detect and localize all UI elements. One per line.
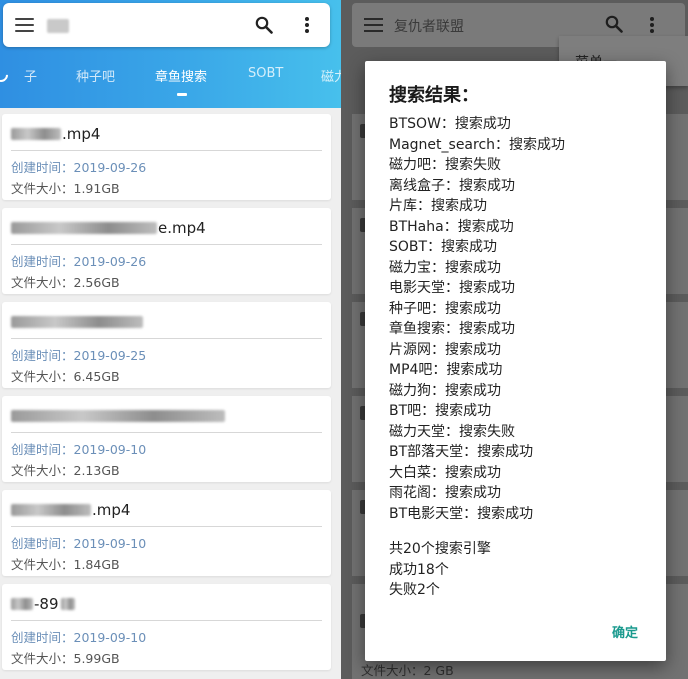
engine-status: 种子吧：搜索成功 xyxy=(389,300,501,317)
list-item[interactable]: .mp4 创建时间：2019-09-26 文件大小：1.91GB xyxy=(2,114,331,200)
engine-status: BT吧：搜索成功 xyxy=(389,403,492,419)
engine-status: BT部落天堂：搜索成功 xyxy=(389,444,534,460)
tab-engine[interactable]: 子 xyxy=(24,66,37,85)
created-date: 创建时间：2019-09-26 xyxy=(11,254,147,269)
result-title xyxy=(11,312,144,332)
file-size: 文件大小：2 GB xyxy=(361,663,454,678)
blurred-filename xyxy=(11,410,225,422)
file-extension: .mp4 xyxy=(92,501,131,519)
search-results-screen: 子 种子吧 章鱼搜索 SOBT 磁力 .mp4 创建时间：2019-09-26 … xyxy=(0,0,341,679)
hamburger-icon[interactable] xyxy=(15,18,34,32)
blurred-filename xyxy=(11,504,91,516)
search-icon[interactable] xyxy=(253,14,275,36)
divider xyxy=(11,150,322,151)
list-item[interactable]: -89 创建时间：2019-09-10 文件大小：5.99GB xyxy=(2,584,331,670)
summary-failed: 失败2个 xyxy=(389,582,440,598)
engine-status: BTHaha：搜索成功 xyxy=(389,218,514,235)
blurred-filename xyxy=(11,598,33,610)
result-title xyxy=(11,406,226,426)
app-title: 复仇者联盟 xyxy=(394,19,464,35)
blurred-filename xyxy=(11,222,157,234)
file-size: 文件大小：2.56GB xyxy=(11,275,120,290)
result-title: .mp4 xyxy=(11,124,100,144)
file-size: 文件大小：6.45GB xyxy=(11,369,120,384)
more-vert-icon xyxy=(649,16,655,38)
file-size: 文件大小：5.99GB xyxy=(11,651,120,666)
list-item[interactable]: .mp4 创建时间：2019-09-10 文件大小：1.84GB xyxy=(2,490,331,576)
engine-status-list: BTSOW：搜索成功 Magnet_search：搜索成功 磁力吧：搜索失败 离… xyxy=(389,114,565,524)
engine-status: 电影天堂：搜索成功 xyxy=(389,280,515,296)
result-title: e.mp4 xyxy=(11,218,206,238)
result-title: .mp4 xyxy=(11,500,130,520)
screenshot-root: 子 种子吧 章鱼搜索 SOBT 磁力 .mp4 创建时间：2019-09-26 … xyxy=(0,0,688,679)
engine-status: 磁力宝：搜索成功 xyxy=(389,259,501,276)
engine-status: BTSOW：搜索成功 xyxy=(389,116,511,132)
list-item[interactable]: 创建时间：2019-09-25 文件大小：6.45GB xyxy=(2,302,331,388)
tab-engine[interactable]: 磁力 xyxy=(321,66,341,85)
blurred-filename xyxy=(11,128,61,140)
blurred-filename xyxy=(11,316,143,328)
search-summary: 共20个搜索引擎 成功18个 失败2个 xyxy=(389,539,491,601)
file-size: 文件大小：2.13GB xyxy=(11,463,120,478)
engine-status: 磁力天堂：搜索失败 xyxy=(389,423,515,440)
search-bar[interactable] xyxy=(3,3,330,47)
tab-engine-active[interactable]: 章鱼搜索 xyxy=(155,66,207,85)
created-date: 创建时间：2019-09-10 xyxy=(11,442,147,457)
result-title: -89 xyxy=(11,594,75,614)
file-extension: .mp4 xyxy=(62,125,101,143)
list-item[interactable]: 创建时间：2019-09-10 文件大小：2.13GB xyxy=(2,396,331,482)
engine-status: 磁力狗：搜索成功 xyxy=(389,382,501,399)
engine-status: 磁力吧：搜索失败 xyxy=(389,157,501,173)
summary-success: 成功18个 xyxy=(389,561,449,578)
engine-status: BT电影天堂：搜索成功 xyxy=(389,505,534,522)
created-date: 创建时间：2019-09-10 xyxy=(11,536,147,551)
engine-tabs: 子 种子吧 章鱼搜索 SOBT 磁力 xyxy=(0,60,341,90)
ok-button[interactable]: 确定 xyxy=(612,622,638,641)
divider xyxy=(11,244,322,245)
engine-status: 章鱼搜索：搜索成功 xyxy=(389,321,515,337)
divider xyxy=(11,620,322,621)
more-vert-icon[interactable] xyxy=(296,14,318,36)
engine-status: MP4吧：搜索成功 xyxy=(389,362,503,378)
divider xyxy=(11,432,322,433)
hamburger-icon xyxy=(364,18,383,32)
file-extension: e.mp4 xyxy=(158,219,206,237)
engine-status: 雨花阁：搜索成功 xyxy=(389,485,501,501)
engine-status: 片库：搜索成功 xyxy=(389,198,487,214)
divider xyxy=(11,338,322,339)
tab-indicator xyxy=(177,93,187,96)
file-extension: -89 xyxy=(34,595,59,613)
engine-status: 大白菜：搜索成功 xyxy=(389,464,501,481)
engine-status: 离线盒子：搜索成功 xyxy=(389,177,515,194)
engine-status: SOBT：搜索成功 xyxy=(389,239,498,255)
tab-engine[interactable]: SOBT xyxy=(248,66,283,81)
search-result-dialog: 搜索结果： BTSOW：搜索成功 Magnet_search：搜索成功 磁力吧：… xyxy=(365,61,666,661)
engine-status: Magnet_search：搜索成功 xyxy=(389,136,566,153)
list-item[interactable]: e.mp4 创建时间：2019-09-26 文件大小：2.56GB xyxy=(2,208,331,294)
search-icon xyxy=(605,15,623,37)
engine-status: 片源网：搜索成功 xyxy=(389,341,501,358)
blurred-filename xyxy=(60,598,75,610)
search-summary-screen: 复仇者联盟 菜单一 文件大小：2 GB 搜索结果： BTSOW：搜索成功 Mag… xyxy=(341,0,688,679)
summary-total: 共20个搜索引擎 xyxy=(389,541,491,557)
file-size: 文件大小：1.91GB xyxy=(11,181,120,196)
divider xyxy=(11,526,322,527)
file-size: 文件大小：1.84GB xyxy=(11,557,120,572)
created-date: 创建时间：2019-09-10 xyxy=(11,630,147,645)
search-query-text[interactable] xyxy=(47,19,69,33)
dialog-title: 搜索结果： xyxy=(389,85,479,106)
created-date: 创建时间：2019-09-26 xyxy=(11,160,147,175)
created-date: 创建时间：2019-09-25 xyxy=(11,348,147,363)
tab-engine[interactable]: 种子吧 xyxy=(76,66,115,85)
